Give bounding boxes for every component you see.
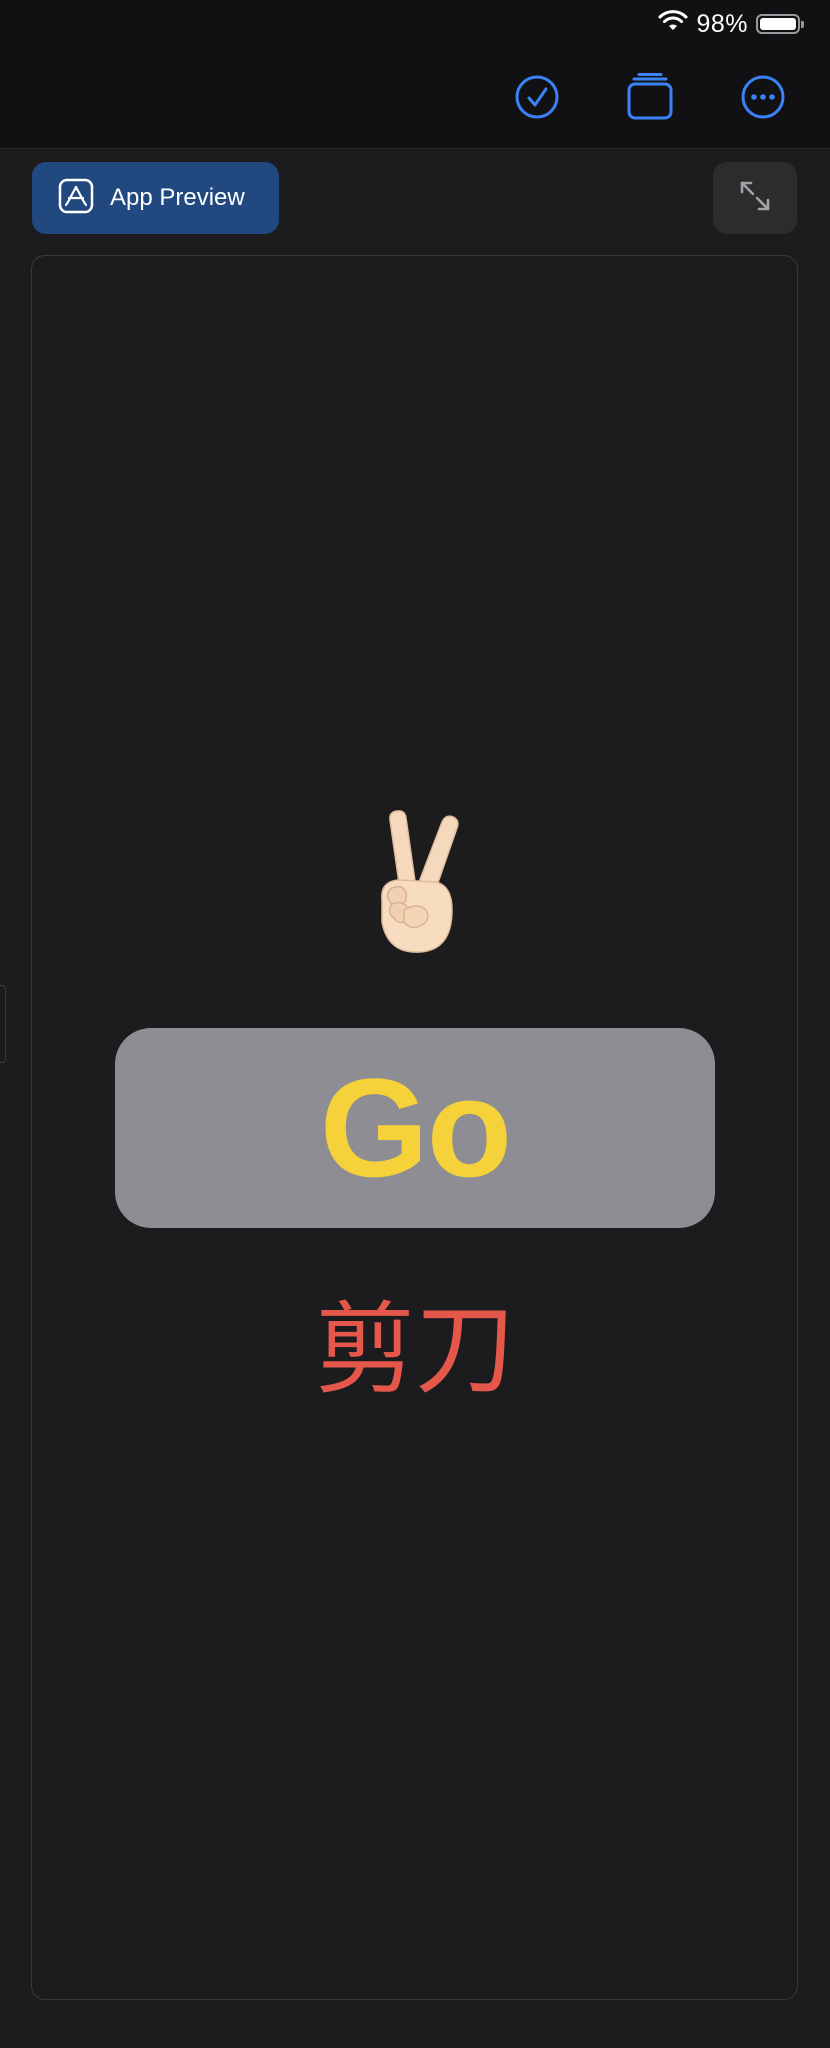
sidebar-handle[interactable] — [0, 985, 6, 1063]
app-preview-button[interactable]: App Preview — [32, 162, 279, 234]
app-preview-label: App Preview — [110, 184, 245, 211]
battery-percent: 98% — [696, 9, 748, 38]
screen: 98% App Preview Go 剪刀 — [0, 0, 830, 2048]
status-bar: 98% — [658, 9, 804, 39]
battery-fill — [760, 18, 796, 30]
hand-gesture-icon — [0, 810, 830, 965]
done-button[interactable] — [512, 74, 562, 124]
expand-arrows-icon — [738, 179, 772, 218]
checkmark-circle-icon — [514, 74, 560, 125]
go-button-label: Go — [319, 1049, 512, 1206]
top-bar: 98% — [0, 0, 830, 149]
result-text: 剪刀 — [315, 1291, 515, 1408]
more-button[interactable] — [738, 74, 788, 124]
wifi-icon — [658, 9, 688, 39]
expand-button[interactable] — [713, 162, 797, 234]
go-button[interactable]: Go — [115, 1028, 715, 1228]
ellipsis-circle-icon — [740, 74, 786, 125]
app-store-icon — [58, 178, 94, 219]
battery-nub — [801, 21, 804, 28]
stack-button[interactable] — [625, 72, 675, 127]
stacked-pages-icon — [625, 72, 675, 127]
battery-icon — [756, 14, 804, 34]
